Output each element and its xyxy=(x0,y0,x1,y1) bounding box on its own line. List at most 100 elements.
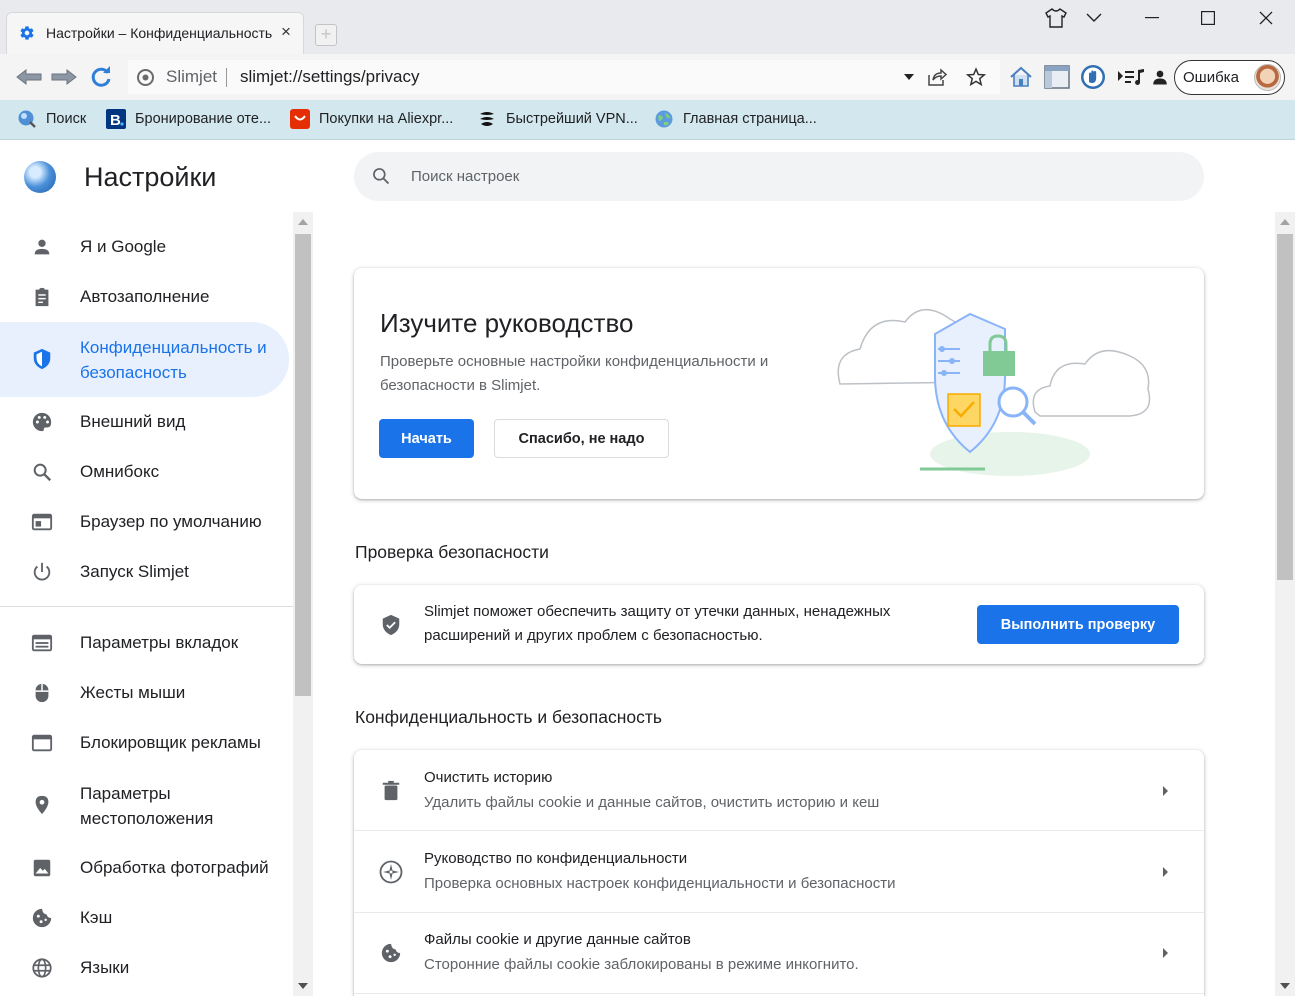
sidebar-item-default-browser[interactable]: Браузер по умолчанию xyxy=(0,497,289,547)
sidebar-item-appearance[interactable]: Внешний вид xyxy=(0,397,289,447)
sidebar-divider xyxy=(0,606,293,607)
booking-icon: B xyxy=(106,109,126,129)
sidebar-item-label: Я и Google xyxy=(80,237,167,256)
privacy-guide-row[interactable]: Руководство по конфиденциальности Провер… xyxy=(354,831,1204,913)
dropdown-arrow-icon[interactable] xyxy=(899,64,919,90)
compass-icon xyxy=(379,860,403,884)
slimjet-logo xyxy=(24,161,56,193)
bookmark-label: Главная страница... xyxy=(683,111,817,127)
chevron-right-icon xyxy=(1163,948,1168,958)
bookmark-home-page[interactable]: Главная страница... xyxy=(654,108,817,130)
scroll-up-icon[interactable] xyxy=(298,219,308,225)
search-icon xyxy=(31,461,53,483)
sidebar-item-photo-processing[interactable]: Обработка фотографий xyxy=(0,843,289,893)
address-bar[interactable]: Slimjet slimjet://settings/privacy xyxy=(128,60,1000,94)
scroll-down-icon[interactable] xyxy=(298,983,308,989)
bookmark-search[interactable]: Поиск xyxy=(17,108,86,130)
safety-check-heading: Проверка безопасности xyxy=(355,542,549,562)
omnibox-separator xyxy=(226,68,227,87)
run-safety-check-button[interactable]: Выполнить проверку xyxy=(977,605,1179,644)
sidebar-item-languages[interactable]: Языки xyxy=(0,943,289,993)
close-window-icon[interactable] xyxy=(1246,4,1286,32)
person-icon xyxy=(31,236,53,258)
image-icon xyxy=(31,857,53,879)
power-icon xyxy=(31,561,53,583)
start-guide-button[interactable]: Начать xyxy=(379,419,474,458)
sidebar-scrollbar[interactable] xyxy=(293,212,313,996)
clear-history-row[interactable]: Очистить историю Удалить файлы cookie и … xyxy=(354,750,1204,832)
reload-icon[interactable] xyxy=(88,64,114,90)
sidebar-item-autofill[interactable]: Автозаполнение xyxy=(0,272,289,322)
chevron-down-icon[interactable] xyxy=(1074,4,1114,32)
window-icon xyxy=(31,732,53,754)
row-subtitle: Удалить файлы cookie и данные сайтов, оч… xyxy=(424,794,880,811)
mouse-icon xyxy=(31,682,53,704)
privacy-guide-card: Изучите руководство Проверьте основные н… xyxy=(354,268,1204,499)
search-input[interactable] xyxy=(411,165,1111,187)
bookmark-booking[interactable]: B Бронирование оте... xyxy=(106,108,271,130)
star-bookmark-icon[interactable] xyxy=(963,64,989,90)
dismiss-guide-button[interactable]: Спасибо, не надо xyxy=(494,419,669,458)
adblock-hand-icon[interactable] xyxy=(1080,64,1106,90)
profile-error-button[interactable]: Ошибка xyxy=(1174,60,1285,95)
cookie-icon xyxy=(379,941,403,965)
row-subtitle: Проверка основных настроек конфиденциаль… xyxy=(424,875,896,892)
svg-text:B: B xyxy=(110,112,121,129)
shield-check-icon xyxy=(380,614,402,636)
sidebar-item-location[interactable]: Параметры местоположения xyxy=(0,768,289,843)
settings-search[interactable] xyxy=(354,152,1204,201)
bookmark-label: Бронирование оте... xyxy=(135,111,272,127)
sidebar-item-label: Обработка фотографий xyxy=(80,858,269,877)
bookmark-vpn[interactable]: Быстрейший VPN... xyxy=(477,108,638,130)
sidebar-toggle-icon[interactable] xyxy=(1044,64,1070,90)
scroll-down-icon[interactable] xyxy=(1280,983,1290,989)
profile-error-label: Ошибка xyxy=(1183,69,1239,86)
safety-check-card: Slimjet поможет обеспечить защиту от уте… xyxy=(354,585,1204,664)
back-arrow-icon[interactable] xyxy=(16,64,42,90)
sidebar-item-ad-blocker[interactable]: Блокировщик рекламы xyxy=(0,718,289,768)
scrollbar-thumb[interactable] xyxy=(1277,234,1293,580)
playlist-icon[interactable] xyxy=(1116,64,1146,90)
sidebar-item-me-and-google[interactable]: Я и Google xyxy=(0,222,289,272)
minimize-icon[interactable] xyxy=(1132,4,1172,32)
sidebar-item-label: Внешний вид xyxy=(80,412,186,431)
scrollbar-thumb[interactable] xyxy=(295,234,311,696)
new-tab-button[interactable]: + xyxy=(315,24,337,46)
shield-icon xyxy=(31,348,53,370)
bookmark-aliexpress[interactable]: Покупки на Aliexpr... xyxy=(290,108,453,130)
bookmarks-bar: Поиск B Бронирование оте... Покупки на A… xyxy=(0,100,1295,140)
sidebar-item-label: Блокировщик рекламы xyxy=(80,733,261,752)
sidebar-item-mouse-gestures[interactable]: Жесты мыши xyxy=(0,668,289,718)
cookies-row[interactable]: Файлы cookie и другие данные сайтов Стор… xyxy=(354,913,1204,995)
scroll-up-icon[interactable] xyxy=(1280,219,1290,225)
main-scrollbar[interactable] xyxy=(1275,212,1295,996)
close-tab-icon[interactable]: × xyxy=(277,23,295,41)
sidebar-item-cache[interactable]: Кэш xyxy=(0,893,289,943)
tab-title: Настройки – Конфиденциальность xyxy=(46,25,273,41)
sidebar-item-label: Кэш xyxy=(80,908,113,927)
sidebar-item-startup[interactable]: Запуск Slimjet xyxy=(0,547,289,597)
browser-icon xyxy=(31,511,53,533)
sidebar-item-privacy[interactable]: Конфиденциальность и безопасность xyxy=(0,322,289,397)
page-title: Настройки xyxy=(84,162,217,192)
tab-settings[interactable]: Настройки – Конфиденциальность × xyxy=(6,12,304,54)
cookie-icon xyxy=(31,907,53,929)
home-icon[interactable] xyxy=(1008,64,1034,90)
url-text[interactable]: slimjet://settings/privacy xyxy=(240,67,420,87)
bookmark-label: Поиск xyxy=(46,111,87,127)
shirt-icon[interactable] xyxy=(1036,4,1076,32)
forward-arrow-icon[interactable] xyxy=(51,64,77,90)
maximize-icon[interactable] xyxy=(1188,4,1228,32)
site-name: Slimjet xyxy=(166,67,218,86)
browser-toolbar: Slimjet slimjet://settings/privacy Ошибк… xyxy=(0,54,1295,100)
sidebar-item-omnibox[interactable]: Омнибокс xyxy=(0,447,289,497)
vpn-icon xyxy=(477,109,497,129)
profile-icon[interactable] xyxy=(1149,64,1171,90)
sidebar-item-label: Параметры местоположения xyxy=(80,784,214,828)
chevron-right-icon xyxy=(1163,786,1168,796)
aliexpress-icon xyxy=(290,109,310,129)
share-icon[interactable] xyxy=(924,64,950,90)
chevron-right-icon xyxy=(1163,867,1168,877)
sidebar-item-tab-settings[interactable]: Параметры вкладок xyxy=(0,618,289,668)
privacy-settings-card: Очистить историю Удалить файлы cookie и … xyxy=(354,750,1204,996)
